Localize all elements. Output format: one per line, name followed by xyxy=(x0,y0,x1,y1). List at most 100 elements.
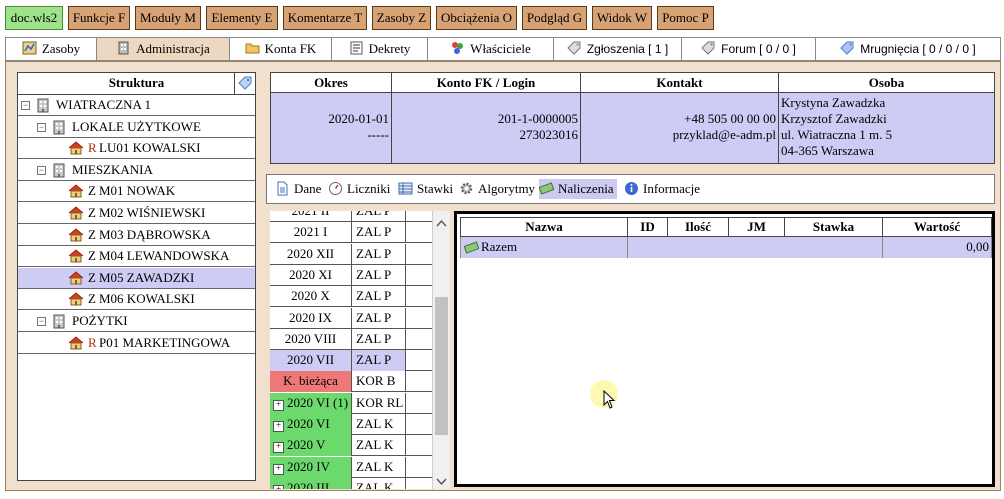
phone-value: +48 505 00 00 00 xyxy=(684,111,776,126)
subtab-liczniki[interactable]: Liczniki xyxy=(328,179,390,199)
period-row[interactable]: 2020 IX ZAL P xyxy=(270,307,432,329)
menu-komentarze[interactable]: Komentarze T xyxy=(283,6,367,30)
period-scrollbar[interactable] xyxy=(432,211,450,489)
info-icon xyxy=(624,181,639,196)
konto-fk-value: 201-1-0000005 xyxy=(497,111,578,126)
menu-moduly[interactable]: Moduły M xyxy=(135,6,201,30)
tree-row[interactable]: R P01 MARKETINGOWA xyxy=(18,333,255,354)
menu-zasoby[interactable]: Zasoby Z xyxy=(372,6,431,30)
tab-dekrety[interactable]: Dekrety xyxy=(331,37,427,61)
tag-icon[interactable] xyxy=(234,73,255,94)
house-icon xyxy=(68,184,84,198)
col-osoba: Osoba xyxy=(779,73,994,93)
tree-row[interactable]: Z M05 ZAWADZKI xyxy=(18,267,255,289)
house-icon xyxy=(68,249,84,263)
collapse-toggle[interactable]: − xyxy=(37,122,46,132)
period-row[interactable]: +2020 IV ZAL K xyxy=(270,456,432,478)
menu-doc-wls2[interactable]: doc.wls2 xyxy=(5,6,63,30)
tab-zasoby[interactable]: Zasoby xyxy=(5,37,96,61)
konto-cell: 201-1-0000005 273023016 xyxy=(392,93,581,163)
tab-zgloszenia[interactable]: Zgłoszenia [ 1 ] xyxy=(553,37,681,61)
tree-row[interactable]: Z M01 NOWAK xyxy=(18,181,255,203)
address-city: 04-365 Warszawa xyxy=(781,143,874,158)
subtab-naliczenia[interactable]: Naliczenia xyxy=(538,179,617,199)
tree-row[interactable]: Z M06 KOWALSKI xyxy=(18,289,255,311)
tab-wlasciciele[interactable]: Właściciele xyxy=(427,37,553,61)
period-label: 2020 IV xyxy=(287,458,330,474)
razem-value: 0,00 xyxy=(966,239,989,254)
subtab-algorytmy-label: Algorytmy xyxy=(478,181,536,196)
subtab-dane[interactable]: Dane xyxy=(275,179,321,199)
tree-row-label: M01 NOWAK xyxy=(99,183,176,199)
period-cell: 2020 IX xyxy=(270,307,352,329)
expand-toggle[interactable]: + xyxy=(273,484,284,489)
tab-forum[interactable]: Forum [ 0 / 0 ] xyxy=(681,37,815,61)
period-status: ZAL P xyxy=(352,243,406,265)
menu-pomoc[interactable]: Pomoc P xyxy=(657,6,714,30)
building-icon xyxy=(52,163,66,178)
tree-row[interactable]: Z M02 WIŚNIEWSKI xyxy=(18,203,255,224)
unit-type-code: Z xyxy=(88,269,96,285)
unit-type-code: Z xyxy=(88,183,96,199)
period-row[interactable]: 2020 XII ZAL P xyxy=(270,243,432,265)
tab-konta-fk[interactable]: Konta FK xyxy=(229,37,331,61)
document-icon xyxy=(275,181,290,196)
tree-row-label: MIESZKANIA xyxy=(72,161,153,177)
period-cell: 2020 VIII xyxy=(270,328,352,350)
period-row[interactable]: +2020 III ZAL K xyxy=(270,477,432,489)
menu-elementy[interactable]: Elementy E xyxy=(206,6,278,30)
period-row[interactable]: +2020 VI ZAL K xyxy=(270,414,432,435)
menu-podglad[interactable]: Podgląd G xyxy=(522,6,587,30)
razem-name-cell: Razem xyxy=(460,237,627,258)
period-cell: 2020 X xyxy=(270,286,352,308)
menu-widok[interactable]: Widok W xyxy=(592,6,652,30)
scroll-up-icon[interactable] xyxy=(436,215,447,227)
tab-dekrety-label: Dekrety xyxy=(368,41,411,56)
expand-toggle[interactable]: + xyxy=(273,442,284,454)
structure-header: Struktura xyxy=(18,73,255,95)
subtab-informacje[interactable]: Informacje xyxy=(624,179,700,199)
tree-row-label: P01 MARKETINGOWA xyxy=(99,334,231,350)
period-status: ZAL P xyxy=(352,264,406,286)
tree-row[interactable]: − MIESZKANIA xyxy=(18,160,255,181)
period-label: 2020 V xyxy=(287,437,326,453)
period-row[interactable]: 2021 I ZAL P xyxy=(270,222,432,244)
tab-mrugniecia[interactable]: Mrugnięcia [ 0 / 0 / 0 ] xyxy=(815,37,1001,61)
expand-toggle[interactable]: + xyxy=(273,421,284,432)
period-label: K. bieżąca xyxy=(283,373,338,389)
period-label: 2020 VII xyxy=(286,352,335,368)
tree-row[interactable]: − WIATRACZNA 1 xyxy=(18,95,255,116)
col-ilosc: Ilość xyxy=(667,217,728,237)
period-cell: +2020 VI (1) xyxy=(270,392,352,414)
period-row[interactable]: 2020 XI ZAL P xyxy=(270,264,432,286)
subtab-stawki[interactable]: Stawki xyxy=(398,179,453,199)
expand-toggle[interactable]: + xyxy=(273,399,284,411)
expand-toggle[interactable]: + xyxy=(273,463,284,475)
menu-obciazenia[interactable]: Obciążenia O xyxy=(436,6,517,30)
period-row[interactable]: 2020 X ZAL P xyxy=(270,286,432,308)
building-icon xyxy=(52,120,66,135)
period-status: ZAL P xyxy=(352,222,406,244)
scroll-down-icon[interactable] xyxy=(436,474,447,486)
menu-funkcje[interactable]: Funkcje F xyxy=(68,6,130,30)
tab-zgloszenia-label: Zgłoszenia [ 1 ] xyxy=(586,42,669,56)
period-row[interactable]: 2020 VII ZAL P xyxy=(270,350,432,372)
period-row[interactable]: 2020 VIII ZAL P xyxy=(270,328,432,350)
period-row[interactable]: 2021 II ZAL P xyxy=(270,211,432,222)
house-icon xyxy=(68,227,84,242)
period-row[interactable]: +2020 V ZAL K xyxy=(270,435,432,457)
tree-row[interactable]: R LU01 KOWALSKI xyxy=(18,138,255,160)
tree-row[interactable]: − POŻYTKI xyxy=(18,311,255,332)
period-row[interactable]: K. bieżąca KOR B xyxy=(270,371,432,393)
tree-row[interactable]: Z M04 LEWANDOWSKA xyxy=(18,246,255,268)
collapse-toggle[interactable]: − xyxy=(37,317,46,326)
tree-row[interactable]: Z M03 DĄBROWSKA xyxy=(18,225,255,246)
period-status: ZAL K xyxy=(352,414,406,435)
collapse-toggle[interactable]: − xyxy=(37,165,46,175)
subtab-algorytmy[interactable]: Algorytmy xyxy=(459,179,535,199)
tab-administracja[interactable]: Administracja xyxy=(96,37,229,61)
collapse-toggle[interactable]: − xyxy=(21,101,30,110)
period-row[interactable]: +2020 VI (1) KOR RL xyxy=(270,392,432,414)
tree-row[interactable]: − LOKALE UŻYTKOWE xyxy=(18,117,255,138)
scrollbar-thumb[interactable] xyxy=(435,297,448,435)
